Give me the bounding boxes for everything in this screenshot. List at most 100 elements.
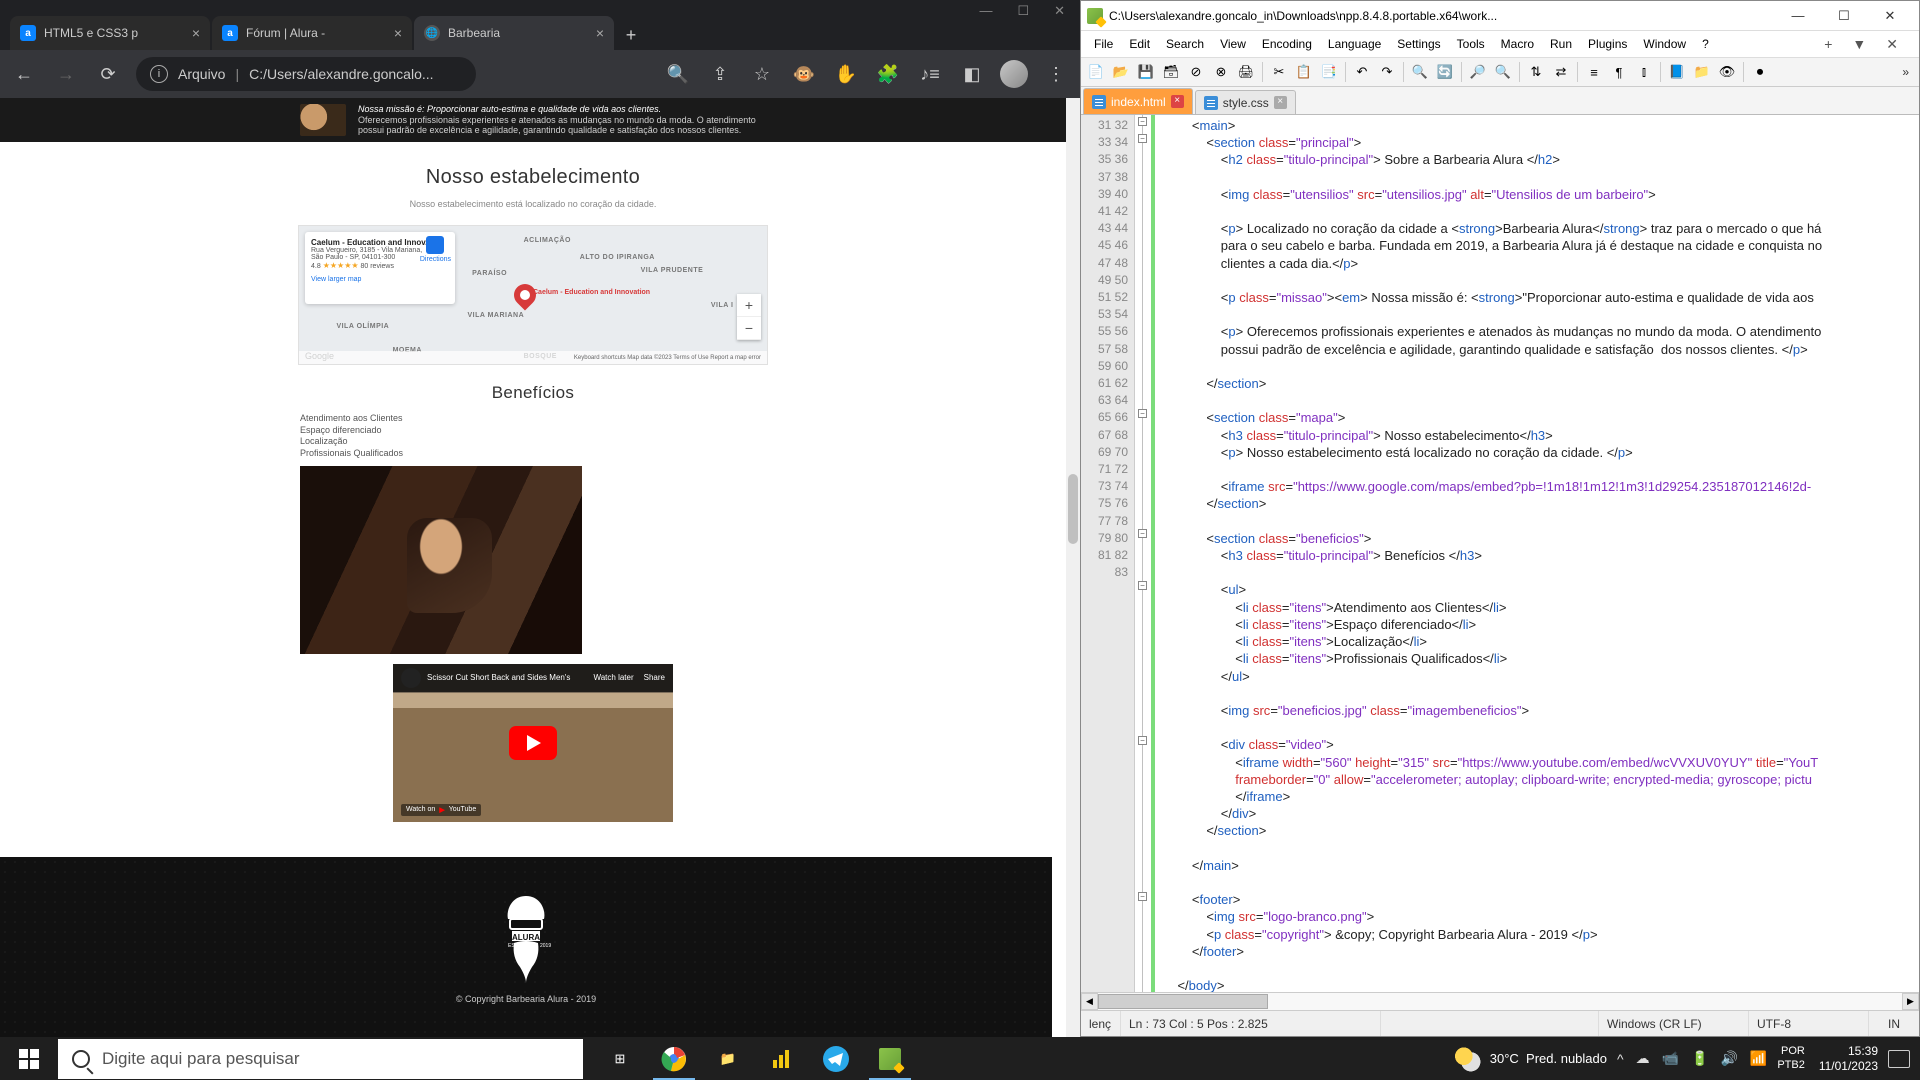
wifi-icon[interactable]: 📶 [1750, 1050, 1767, 1067]
extension-icon-2[interactable]: ✋ [832, 60, 860, 88]
scroll-left-icon[interactable]: ◀ [1081, 993, 1098, 1010]
status-eol[interactable]: Windows (CR LF) [1599, 1011, 1749, 1036]
volume-icon[interactable]: 🔊 [1720, 1050, 1737, 1067]
taskbar-weather[interactable]: 30°C Pred. nublado [1454, 1045, 1607, 1073]
window-minimize[interactable]: — [979, 3, 992, 19]
menu-help[interactable]: ? [1695, 34, 1716, 54]
menu-settings[interactable]: Settings [1390, 34, 1447, 54]
meet-now-icon[interactable]: 📹 [1662, 1050, 1679, 1067]
play-button-icon[interactable] [509, 726, 557, 760]
fold-box-icon[interactable]: − [1138, 892, 1147, 901]
menu-encoding[interactable]: Encoding [1255, 34, 1319, 54]
doc-tab-index[interactable]: index.html × [1083, 88, 1193, 114]
taskbar-app-explorer[interactable]: 📁 [701, 1037, 755, 1080]
extensions-icon[interactable]: 🧩 [874, 60, 902, 88]
taskbar-search[interactable]: Digite aqui para pesquisar [58, 1039, 583, 1079]
status-encoding[interactable]: UTF-8 [1749, 1011, 1869, 1036]
new-tab-button[interactable]: + [616, 20, 646, 50]
menu-view[interactable]: View [1213, 34, 1253, 54]
onedrive-icon[interactable]: ☁ [1636, 1050, 1650, 1067]
sidepanel-icon[interactable]: ◧ [958, 60, 986, 88]
find-icon[interactable]: 🔍 [1409, 61, 1431, 83]
code-area[interactable]: <main> <section class="principal"> <h2 c… [1157, 115, 1919, 992]
youtube-embed[interactable]: Scissor Cut Short Back and Sides Men's W… [393, 664, 673, 822]
window-maximize[interactable]: ☐ [1017, 3, 1029, 19]
menu-file[interactable]: File [1087, 34, 1120, 54]
fold-margin[interactable]: − − − − − − − [1135, 115, 1151, 992]
add-icon[interactable]: + [1817, 33, 1839, 55]
paste-icon[interactable]: 📑 [1318, 61, 1340, 83]
menu-icon[interactable]: ⋮ [1042, 60, 1070, 88]
map-zoom-in[interactable]: + [737, 294, 761, 317]
indent-guide-icon[interactable]: ⫾ [1633, 61, 1655, 83]
site-info-icon[interactable]: i [150, 65, 168, 83]
scrollbar-thumb[interactable] [1068, 474, 1078, 544]
replace-icon[interactable]: 🔄 [1434, 61, 1456, 83]
doc-tab-style[interactable]: style.css × [1195, 90, 1296, 114]
tab-close-icon[interactable]: × [1171, 95, 1184, 108]
task-view-icon[interactable]: ⊞ [593, 1037, 647, 1080]
fold-box-icon[interactable]: − [1138, 581, 1147, 590]
window-close[interactable]: ✕ [1867, 2, 1913, 30]
npp-editor[interactable]: 31 32 33 34 35 36 37 38 39 40 41 42 43 4… [1081, 115, 1919, 992]
taskbar-app-telegram[interactable] [809, 1037, 863, 1080]
browser-tab-2[interactable]: 🌐 Barbearia × [414, 16, 614, 50]
start-button[interactable] [0, 1037, 58, 1080]
watch-later-icon[interactable]: Watch later [593, 673, 633, 682]
taskbar-app-chrome[interactable] [647, 1037, 701, 1080]
tab-close-icon[interactable]: × [596, 25, 604, 41]
page-scrollbar[interactable] [1066, 98, 1080, 1037]
sync-h-icon[interactable]: ⇄ [1550, 61, 1572, 83]
zoom-icon[interactable]: 🔍 [664, 60, 692, 88]
browser-tab-0[interactable]: a HTML5 e CSS3 p × [10, 16, 210, 50]
notifications-icon[interactable] [1888, 1050, 1910, 1068]
tray-overflow-icon[interactable]: ^ [1617, 1051, 1624, 1067]
browser-tab-1[interactable]: a Fórum | Alura - × [212, 16, 412, 50]
dropdown-icon[interactable]: ▼ [1845, 33, 1873, 55]
back-button[interactable]: ← [10, 60, 38, 88]
media-icon[interactable]: ♪≡ [916, 60, 944, 88]
language-indicator[interactable]: PORPTB2 [1777, 1045, 1805, 1071]
cut-icon[interactable]: ✂ [1268, 61, 1290, 83]
redo-icon[interactable]: ↷ [1376, 61, 1398, 83]
address-bar[interactable]: i Arquivo | C:/Users/alexandre.goncalo..… [136, 57, 476, 91]
menu-tools[interactable]: Tools [1450, 34, 1492, 54]
bookmark-icon[interactable]: ☆ [748, 60, 776, 88]
open-file-icon[interactable]: 📂 [1110, 61, 1132, 83]
menu-search[interactable]: Search [1159, 34, 1211, 54]
google-map-embed[interactable]: ACLIMAÇÃO PARAÍSO VILA MARIANA ALTO DO I… [298, 225, 768, 365]
share-icon[interactable]: Share [644, 673, 665, 682]
close-file-icon[interactable]: ⊘ [1185, 61, 1207, 83]
show-all-icon[interactable]: ¶ [1608, 61, 1630, 83]
status-mode[interactable]: IN [1869, 1011, 1919, 1036]
taskbar-clock[interactable]: 15:3911/01/2023 [1819, 1044, 1878, 1073]
undo-icon[interactable]: ↶ [1351, 61, 1373, 83]
save-all-icon[interactable]: 🗃 [1160, 61, 1182, 83]
toolbar-overflow-icon[interactable]: » [1902, 65, 1915, 79]
close-icon[interactable]: ✕ [1879, 33, 1905, 56]
window-maximize[interactable]: ☐ [1821, 2, 1867, 30]
forward-button[interactable]: → [52, 60, 80, 88]
extension-icon-1[interactable]: 🐵 [790, 60, 818, 88]
fold-box-icon[interactable]: − [1138, 134, 1147, 143]
sync-v-icon[interactable]: ⇅ [1525, 61, 1547, 83]
new-file-icon[interactable]: 📄 [1085, 61, 1107, 83]
fold-box-icon[interactable]: − [1138, 117, 1147, 126]
save-icon[interactable]: 💾 [1135, 61, 1157, 83]
window-close[interactable]: ✕ [1054, 3, 1065, 19]
editor-h-scrollbar[interactable]: ◀ ▶ [1081, 992, 1919, 1010]
print-icon[interactable]: 🖨 [1235, 61, 1257, 83]
function-list-icon[interactable]: 📘 [1666, 61, 1688, 83]
scrollbar-thumb[interactable] [1098, 994, 1268, 1009]
taskbar-app-powerbi[interactable] [755, 1037, 809, 1080]
menu-run[interactable]: Run [1543, 34, 1579, 54]
menu-macro[interactable]: Macro [1494, 34, 1541, 54]
menu-language[interactable]: Language [1321, 34, 1388, 54]
menu-edit[interactable]: Edit [1122, 34, 1157, 54]
copy-icon[interactable]: 📋 [1293, 61, 1315, 83]
monitoring-icon[interactable]: 👁 [1716, 61, 1738, 83]
map-directions-button[interactable]: Directions [420, 236, 451, 263]
fold-box-icon[interactable]: − [1138, 409, 1147, 418]
menu-window[interactable]: Window [1636, 34, 1693, 54]
tab-close-icon[interactable]: × [192, 25, 200, 41]
